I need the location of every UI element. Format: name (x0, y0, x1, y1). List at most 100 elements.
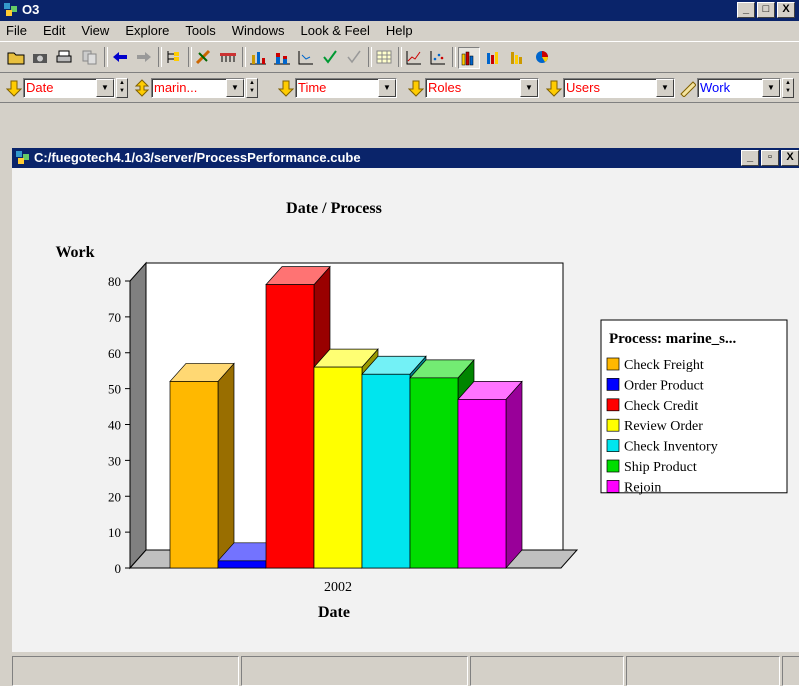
y-tick-label: 50 (108, 382, 121, 397)
print-icon[interactable] (54, 47, 74, 67)
close-button[interactable]: X (777, 2, 795, 18)
line-chart-icon[interactable] (404, 47, 424, 67)
forward-arrow-icon[interactable] (134, 47, 154, 67)
filter-down-arrow-icon[interactable] (277, 79, 295, 97)
y-tick-label: 10 (108, 525, 121, 540)
cube-window-title-bar[interactable]: C:/fuegotech4.1/o3/server/ProcessPerform… (12, 148, 799, 168)
spinner-icon[interactable]: ▲ ▼ (782, 78, 794, 98)
date-combo-value: Date (26, 80, 54, 95)
users-combo[interactable]: Users ▼ (563, 78, 675, 98)
y-tick-label: 60 (108, 346, 121, 361)
bar-chart-icon[interactable] (248, 47, 268, 67)
menu-look-and-feel[interactable]: Look & Feel (293, 21, 378, 41)
spinner-icon[interactable]: ▲ ▼ (116, 78, 128, 98)
scatter-icon[interactable] (296, 47, 316, 67)
ruler-icon[interactable] (680, 79, 697, 98)
maximize-button[interactable]: ▫ (761, 150, 779, 166)
chevron-down-icon[interactable]: ▼ (656, 79, 674, 97)
open-folder-icon[interactable] (6, 47, 26, 67)
process-combo-value: marin... (154, 80, 198, 95)
legend-swatch (606, 418, 620, 432)
back-arrow-icon[interactable] (110, 47, 130, 67)
dimension-measure: Work ▼ ▲ ▼ (680, 78, 799, 98)
bar-side (505, 380, 523, 569)
process-combo[interactable]: marin... ▼ (151, 78, 245, 98)
copy-icon[interactable] (80, 47, 100, 67)
toolbar-separator (368, 47, 372, 67)
bar (361, 373, 411, 569)
roles-combo-value: Roles (428, 80, 462, 95)
menu-help[interactable]: Help (378, 21, 421, 41)
measure-combo-value: Work (700, 80, 731, 95)
legend-label: Check Credit (624, 399, 698, 414)
drill-icon[interactable] (194, 47, 214, 67)
pivot-icon[interactable] (218, 47, 238, 67)
status-cell (782, 656, 799, 686)
filter-down-arrow-icon[interactable] (545, 79, 563, 97)
status-cell (470, 656, 624, 686)
3d-bar-chart-icon[interactable] (458, 47, 480, 69)
dimension-bar: Date ▼ ▲ ▼ marin... ▼ ▲ ▼ Time ▼ Roles ▼ U… (0, 72, 799, 103)
chart-side-wall (129, 261, 147, 570)
bar-side (217, 362, 235, 569)
filter-down-arrow-icon[interactable] (407, 79, 425, 97)
3d-bar-chart-3-icon[interactable] (508, 47, 528, 67)
menu-explore[interactable]: Explore (117, 21, 177, 41)
menu-windows[interactable]: Windows (224, 21, 293, 41)
chevron-down-icon[interactable]: ▼ (226, 79, 244, 97)
pie-chart-icon[interactable] (532, 47, 552, 67)
menu-file[interactable]: File (0, 21, 35, 41)
legend-label: Check Inventory (624, 440, 718, 455)
legend-swatch (606, 480, 620, 493)
legend-swatch (606, 398, 620, 412)
chevron-down-icon[interactable]: ▼ (762, 79, 780, 97)
x-axis-label: Date (318, 604, 350, 621)
chevron-down-icon[interactable]: ▼ (96, 79, 114, 97)
toolbar-separator (452, 47, 456, 67)
dot-chart-icon[interactable] (428, 47, 448, 67)
status-cell (12, 656, 239, 686)
app-title-bar[interactable]: O3 _ □ X (0, 0, 799, 21)
cube-window-title: C:/fuegotech4.1/o3/server/ProcessPerform… (34, 150, 361, 165)
check-icon[interactable] (320, 47, 340, 67)
toolbar-separator (158, 47, 162, 67)
close-button[interactable]: X (781, 150, 799, 166)
users-combo-value: Users (566, 80, 600, 95)
camera-icon[interactable] (30, 47, 50, 67)
legend-label: Rejoin (624, 480, 661, 495)
date-combo[interactable]: Date ▼ (23, 78, 115, 98)
menu-edit[interactable]: Edit (35, 21, 73, 41)
chevron-down-icon[interactable]: ▼ (520, 79, 538, 97)
check-outline-icon[interactable] (344, 47, 364, 67)
o3-app-icon (3, 2, 19, 18)
dimension-time: Time ▼ (277, 78, 400, 98)
3d-bar-chart-2-icon[interactable] (484, 47, 504, 67)
legend-label: Ship Product (624, 460, 697, 475)
time-combo[interactable]: Time ▼ (295, 78, 397, 98)
chevron-down-icon[interactable]: ▼ (378, 79, 396, 97)
y-tick-label: 30 (108, 453, 121, 468)
minimize-button[interactable]: _ (741, 150, 759, 166)
filter-updown-arrow-icon[interactable] (134, 79, 150, 97)
y-tick-label: 20 (108, 489, 121, 504)
table-icon[interactable] (374, 47, 394, 67)
measure-combo[interactable]: Work ▼ (697, 78, 781, 98)
menu-view[interactable]: View (73, 21, 117, 41)
menu-tools[interactable]: Tools (177, 21, 223, 41)
tree-icon[interactable] (164, 47, 184, 67)
spinner-icon[interactable]: ▲ ▼ (246, 78, 258, 98)
toolbar-separator (242, 47, 246, 67)
filter-down-arrow-icon[interactable] (5, 79, 23, 97)
dimension-roles: Roles ▼ (407, 78, 540, 98)
toolbar-separator (398, 47, 402, 67)
y-tick-label: 70 (108, 310, 121, 325)
minimize-button[interactable]: _ (737, 2, 755, 18)
legend-label: Check Freight (624, 358, 704, 373)
chart-panel: Date / Process Work Date 0 10 20 30 40 50 60 70 80 2… (12, 168, 799, 652)
bar (409, 377, 459, 569)
roles-combo[interactable]: Roles ▼ (425, 78, 539, 98)
x-tick-label: 2002 (324, 580, 352, 595)
restore-button[interactable]: □ (757, 2, 775, 18)
stacked-bar-icon[interactable] (272, 47, 292, 67)
toolbar-separator (104, 47, 108, 67)
